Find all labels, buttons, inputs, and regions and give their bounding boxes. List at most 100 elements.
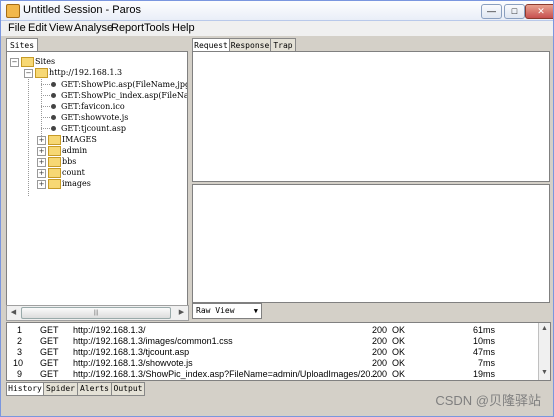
history-method: GET: [40, 358, 59, 368]
tab-trap[interactable]: Trap: [270, 38, 296, 52]
menu-analyse[interactable]: Analyse: [74, 22, 113, 34]
expand-icon[interactable]: +: [37, 180, 46, 189]
history-id: 2: [17, 336, 23, 346]
history-reason: OK: [392, 347, 406, 357]
tab-response[interactable]: Response: [229, 38, 271, 52]
table-row[interactable]: 2 GET http://192.168.1.3/images/common1.…: [7, 336, 537, 347]
folder-icon: [48, 135, 61, 145]
request-body-area[interactable]: [192, 184, 550, 303]
history-code: 200: [372, 336, 388, 346]
folder-icon: [48, 168, 61, 178]
tree-label: GET:ShowPic.asp(FileName,jpgsize): [61, 80, 187, 89]
history-time: 19ms: [473, 369, 496, 379]
request-bullet-icon: [51, 104, 56, 109]
table-row[interactable]: 3 GET http://192.168.1.3/tjcount.asp 200…: [7, 347, 537, 358]
tree-node-host[interactable]: − http://192.168.1.3: [7, 67, 185, 78]
tree-label: bbs: [62, 157, 77, 166]
table-row[interactable]: 1 GET http://192.168.1.3/ 200 OK 61ms: [7, 325, 537, 336]
scroll-left-icon[interactable]: ◀: [9, 308, 18, 317]
title-bar[interactable]: Untitled Session - Paros — □ ✕: [1, 1, 553, 21]
dropdown-arrow-icon[interactable]: ▼: [254, 304, 258, 318]
tree-label: Sites: [35, 57, 56, 66]
request-header-area[interactable]: [192, 51, 550, 182]
menu-file[interactable]: File: [8, 22, 26, 34]
scroll-up-icon[interactable]: ▲: [540, 324, 549, 333]
maximize-button[interactable]: □: [504, 4, 525, 19]
history-reason: OK: [392, 369, 406, 379]
tree-node-request[interactable]: GET:showvote.js: [7, 112, 185, 123]
table-row[interactable]: 10 GET http://192.168.1.3/showvote.js 20…: [7, 358, 537, 369]
tree-node-folder[interactable]: + IMAGES: [7, 134, 185, 145]
history-method: GET: [40, 347, 59, 357]
history-table: 1 GET http://192.168.1.3/ 200 OK 61ms 2 …: [6, 322, 551, 381]
close-button[interactable]: ✕: [525, 4, 553, 19]
request-bullet-icon: [51, 82, 56, 87]
menu-tools[interactable]: Tools: [144, 22, 170, 34]
history-id: 10: [13, 358, 24, 368]
request-bullet-icon: [51, 115, 56, 120]
history-method: GET: [40, 325, 59, 335]
tree-node-request[interactable]: GET:favicon.ico: [7, 101, 185, 112]
tab-history[interactable]: History: [6, 382, 44, 396]
request-bullet-icon: [51, 93, 56, 98]
message-panel: Request Response Trap Raw View ▼: [192, 38, 550, 320]
paros-app-icon: [6, 4, 20, 18]
history-id: 9: [17, 369, 23, 379]
tree-label: images: [62, 179, 91, 188]
history-id: 3: [17, 347, 23, 357]
menu-report[interactable]: Report: [111, 22, 144, 34]
history-url: http://192.168.1.3/tjcount.asp: [73, 347, 190, 357]
expand-icon[interactable]: +: [37, 169, 46, 178]
sites-tree: − Sites − http://192.168.1.3 GET:ShowPic…: [6, 51, 188, 307]
sites-horizontal-scrollbar[interactable]: ◀ ||| ▶: [6, 305, 189, 321]
scroll-down-icon[interactable]: ▼: [540, 368, 549, 377]
paros-window: Untitled Session - Paros — □ ✕ File Edit…: [0, 0, 554, 417]
view-select[interactable]: Raw View ▼: [192, 303, 262, 319]
table-row[interactable]: 9 GET http://192.168.1.3/ShowPic_index.a…: [7, 369, 537, 380]
history-reason: OK: [392, 358, 406, 368]
tab-alerts[interactable]: Alerts: [77, 382, 112, 396]
menu-view[interactable]: View: [49, 22, 73, 34]
tree-node-folder[interactable]: + count: [7, 167, 185, 178]
tab-output[interactable]: Output: [111, 382, 145, 396]
history-url: http://192.168.1.3/images/common1.css: [73, 336, 233, 346]
tree-node-request[interactable]: GET:ShowPic.asp(FileName,jpgsize): [7, 79, 187, 90]
history-time: 10ms: [473, 336, 496, 346]
tree-node-request[interactable]: GET:tjcount.asp: [7, 123, 185, 134]
folder-icon: [35, 68, 48, 78]
tree-node-folder[interactable]: + bbs: [7, 156, 185, 167]
history-reason: OK: [392, 336, 406, 346]
tab-request[interactable]: Request: [192, 38, 230, 52]
menu-edit[interactable]: Edit: [28, 22, 47, 34]
tree-label: admin: [62, 146, 88, 155]
menu-bar: File Edit View Analyse Report Tools Help: [1, 21, 553, 36]
expand-icon[interactable]: +: [37, 136, 46, 145]
scroll-thumb[interactable]: |||: [21, 307, 171, 319]
tree-node-sites[interactable]: − Sites: [7, 56, 185, 67]
tree-node-folder[interactable]: + admin: [7, 145, 185, 156]
folder-icon: [48, 157, 61, 167]
history-id: 1: [17, 325, 23, 335]
request-bullet-icon: [51, 126, 56, 131]
tree-label: count: [62, 168, 85, 177]
expand-icon[interactable]: +: [37, 147, 46, 156]
tree-label: GET:tjcount.asp: [61, 124, 127, 133]
tab-spider[interactable]: Spider: [43, 382, 78, 396]
folder-icon: [21, 57, 34, 67]
menu-help[interactable]: Help: [172, 22, 195, 34]
history-code: 200: [372, 325, 388, 335]
expand-icon[interactable]: +: [37, 158, 46, 167]
tree-node-request[interactable]: GET:ShowPic_index.asp(FileName): [7, 90, 187, 101]
tree-label: http://192.168.1.3: [49, 68, 123, 77]
collapse-icon[interactable]: −: [10, 58, 19, 67]
tree-node-folder[interactable]: + images: [7, 178, 185, 189]
view-select-value: Raw View: [196, 306, 235, 315]
tab-sites[interactable]: Sites: [6, 38, 38, 52]
scroll-right-icon[interactable]: ▶: [177, 308, 186, 317]
history-vertical-scrollbar[interactable]: ▲ ▼: [538, 323, 550, 380]
minimize-button[interactable]: —: [481, 4, 502, 19]
window-title: Untitled Session - Paros: [23, 4, 141, 16]
history-code: 200: [372, 358, 388, 368]
collapse-icon[interactable]: −: [24, 69, 33, 78]
history-code: 200: [372, 347, 388, 357]
